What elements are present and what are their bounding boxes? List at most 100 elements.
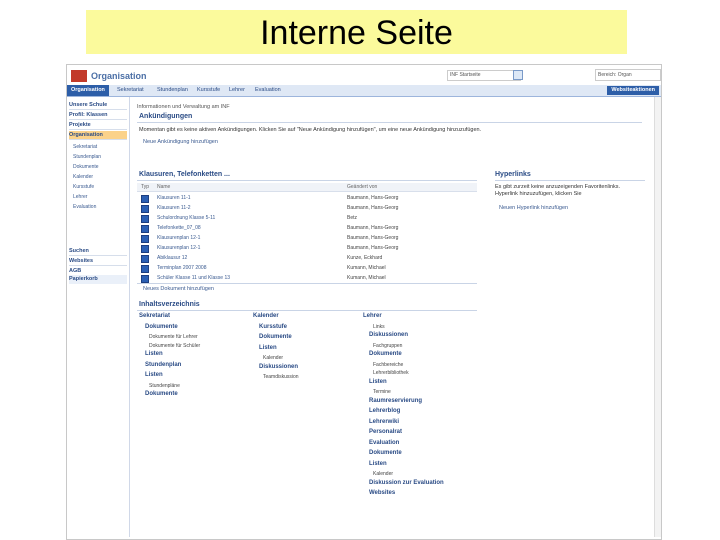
toc-heading-link[interactable]: Kalender — [253, 313, 279, 319]
toc-sublink[interactable]: Dokumente für Schüler — [149, 343, 200, 349]
toc-heading-link[interactable]: Lehrerblog — [369, 408, 400, 414]
table-row[interactable]: Terminplan 2007 2008 Kumann, Michael — [137, 263, 477, 273]
toc-heading-link[interactable]: Lehrer — [363, 313, 382, 319]
document-icon — [141, 255, 149, 263]
table-row[interactable]: Klausurenplan 12-1 Baumann, Hans-Georg — [137, 243, 477, 253]
left-nav-subitem[interactable]: Kursstufe — [73, 183, 94, 191]
toc-heading-link[interactable]: Dokumente — [145, 324, 178, 330]
document-name[interactable]: Klausuren 11-1 — [157, 195, 191, 201]
toc-sublink[interactable]: Dokumente für Lehrer — [149, 334, 198, 340]
toc-heading-link[interactable]: Raumreservierung — [369, 398, 422, 404]
toc-heading-link[interactable]: Websites — [369, 490, 395, 496]
left-nav-subitem[interactable]: Sekretariat — [73, 143, 97, 151]
modified-by: Betz — [347, 215, 358, 221]
toc-sublink[interactable]: Kalender — [373, 471, 393, 477]
toc-heading-link[interactable]: Diskussionen — [369, 332, 408, 338]
tab-sekretariat[interactable]: Sekretariat — [113, 85, 148, 96]
document-name[interactable]: Terminplan 2007 2008 — [157, 265, 206, 271]
toc-heading-link[interactable]: Sekretariat — [139, 313, 170, 319]
document-icon — [141, 195, 149, 203]
toc-sublink[interactable]: Fachbereiche — [373, 362, 403, 368]
toc-heading-link[interactable]: Dokumente — [369, 450, 402, 456]
tab-kursstufe[interactable]: Kursstufe — [193, 85, 224, 96]
tab-evaluation[interactable]: Evaluation — [251, 85, 285, 96]
add-document-link[interactable]: Neues Dokument hinzufügen — [143, 286, 214, 292]
recycle-bin-link[interactable]: Papierkorb — [69, 275, 127, 284]
toc-heading-link[interactable]: Personalrat — [369, 429, 402, 435]
left-nav-item[interactable]: Projekte — [69, 121, 127, 130]
toc-sublink[interactable]: Fachgruppen — [373, 343, 402, 349]
toc-heading-link[interactable]: Listen — [145, 372, 163, 378]
document-name[interactable]: Klausurenplan 12-1 — [157, 245, 200, 251]
divider — [137, 122, 642, 123]
tab-lehrer[interactable]: Lehrer — [225, 85, 249, 96]
left-nav-subitem[interactable]: Lehrer — [73, 193, 87, 201]
divider — [137, 310, 477, 311]
toc-heading-link[interactable]: Diskussionen — [259, 364, 298, 370]
toc-heading-link[interactable]: Dokumente — [369, 351, 402, 357]
toc-sublink[interactable]: Teamdiskussion — [263, 374, 299, 380]
column-header[interactable]: Name — [157, 183, 170, 191]
site-actions-button[interactable]: Websiteaktionen — [607, 86, 659, 95]
toc-heading-link[interactable]: Evaluation — [369, 440, 399, 446]
site-title[interactable]: Organisation — [91, 71, 147, 81]
toc-sublink[interactable]: Links — [373, 324, 385, 330]
toc-sublink[interactable]: Kalender — [263, 355, 283, 361]
table-row[interactable]: Telefonkette_07_08 Baumann, Hans-Georg — [137, 223, 477, 233]
site-dropdown[interactable]: INF Startseite — [447, 70, 521, 81]
toc-heading-link[interactable]: Lehrerwiki — [369, 419, 399, 425]
left-nav-item[interactable]: Unsere Schule — [69, 101, 127, 110]
toc-heading-link[interactable]: Listen — [259, 345, 277, 351]
toc-sublink[interactable]: Termine — [373, 389, 391, 395]
document-name[interactable]: Klausurenplan 12-1 — [157, 235, 200, 241]
table-row[interactable]: Schüler Klasse 11 und Klasse 13 Kumann, M… — [137, 273, 477, 283]
modified-by: Baumann, Hans-Georg — [347, 195, 399, 201]
toc-sublink[interactable]: Lehrerbibliothek — [373, 370, 409, 376]
left-nav-item[interactable]: Suchen — [69, 247, 127, 256]
document-icon — [141, 205, 149, 213]
search-input[interactable]: Bereich: Organ — [595, 69, 661, 81]
document-name[interactable]: Schüler Klasse 11 und Klasse 13 — [157, 275, 230, 281]
toc-heading-link[interactable]: Diskussion zur Evaluation — [369, 480, 444, 486]
document-name[interactable]: Telefonkette_07_08 — [157, 225, 201, 231]
document-name[interactable]: Schulordnung Klasse 5-11 — [157, 215, 215, 221]
left-nav-subitem[interactable]: Stundenplan — [73, 153, 101, 161]
tab-stundenplan[interactable]: Stundenplan — [153, 85, 192, 96]
left-nav-item[interactable]: Profil: Klassen — [69, 111, 127, 120]
table-row[interactable]: Schulordnung Klasse 5-11 Betz — [137, 213, 477, 223]
document-name[interactable]: Klausuren 11-2 — [157, 205, 191, 211]
left-nav-subitem[interactable]: Evaluation — [73, 203, 96, 211]
toc-sublink[interactable]: Stundenpläne — [149, 383, 180, 389]
tab-organisation[interactable]: Organisation — [67, 85, 109, 96]
toc-heading-link[interactable]: Kursstufe — [259, 324, 287, 330]
divider — [495, 180, 645, 181]
add-hyperlink-link[interactable]: Neuen Hyperlink hinzufügen — [499, 205, 568, 211]
toc-heading-link[interactable]: Listen — [369, 379, 387, 385]
document-name[interactable]: Abiklausur 12 — [157, 255, 187, 261]
toc-title[interactable]: Inhaltsverzeichnis — [139, 301, 200, 308]
left-nav-subitem[interactable]: Kalender — [73, 173, 93, 181]
sharepoint-screenshot: Organisation INF Startseite Bereich: Org… — [66, 64, 662, 540]
table-row[interactable]: Klausurenplan 12-1 Baumann, Hans-Georg — [137, 233, 477, 243]
left-nav-item[interactable]: Websites — [69, 257, 127, 266]
top-nav: Organisation Sekretariat Stundenplan Kur… — [67, 85, 661, 97]
checkbox-icon[interactable] — [513, 70, 523, 80]
table-row[interactable]: Abiklausur 12 Kunze, Eckhard — [137, 253, 477, 263]
documents-title[interactable]: Klausuren, Telefonketten ... — [139, 171, 230, 178]
toc-heading-link[interactable]: Dokumente — [259, 334, 292, 340]
hyperlinks-title[interactable]: Hyperlinks — [495, 171, 531, 178]
scrollbar[interactable] — [654, 97, 661, 537]
left-nav-item-selected[interactable]: Organisation — [69, 131, 127, 140]
column-header[interactable]: Typ — [141, 183, 149, 191]
toc-heading-link[interactable]: Stundenplan — [145, 362, 181, 368]
document-icon — [141, 245, 149, 253]
toc-heading-link[interactable]: Listen — [369, 461, 387, 467]
left-nav-subitem[interactable]: Dokumente — [73, 163, 99, 171]
add-announcement-link[interactable]: Neue Ankündigung hinzufügen — [143, 139, 218, 145]
column-header[interactable]: Geändert von — [347, 183, 377, 191]
table-row[interactable]: Klausuren 11-1 Baumann, Hans-Georg — [137, 193, 477, 203]
announcements-title[interactable]: Ankündigungen — [139, 113, 192, 120]
table-row[interactable]: Klausuren 11-2 Baumann, Hans-Georg — [137, 203, 477, 213]
toc-heading-link[interactable]: Dokumente — [145, 391, 178, 397]
toc-heading-link[interactable]: Listen — [145, 351, 163, 357]
